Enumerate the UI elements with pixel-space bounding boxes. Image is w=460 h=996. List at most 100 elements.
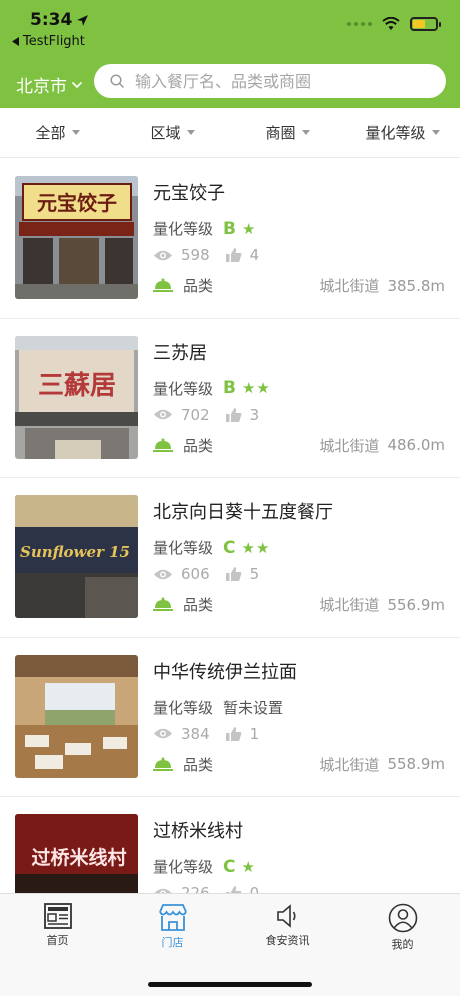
city-label: 北京市 <box>16 77 67 97</box>
filter-grade[interactable]: 量化等级 <box>345 108 460 157</box>
status-indicators <box>347 17 441 31</box>
city-selector[interactable]: 北京市 <box>16 72 83 97</box>
bottom-tab-bar: 首页 门店 食安资讯 我的 <box>0 893 460 996</box>
grade-row: 量化等级 B ★ <box>153 218 256 239</box>
stats-row: 598 4 <box>153 246 275 264</box>
caret-down-icon <box>301 130 310 135</box>
filter-all[interactable]: 全部 <box>0 108 115 157</box>
filter-label: 全部 <box>35 124 66 142</box>
view-count: 606 <box>181 565 210 583</box>
eye-icon <box>154 409 172 420</box>
category-label: 品类 <box>183 436 214 455</box>
distance-label: 385.8m <box>387 276 445 295</box>
home-indicator[interactable] <box>148 982 312 987</box>
view-count: 384 <box>181 724 210 743</box>
storefront-icon <box>158 904 187 931</box>
eye-icon <box>154 569 172 579</box>
stats-row: 226 0 <box>153 884 275 893</box>
like-count: 0 <box>249 884 260 893</box>
view-count: 598 <box>181 246 210 264</box>
thumbs-up-icon <box>225 726 242 741</box>
food-cloche-icon <box>153 278 173 292</box>
restaurant-item[interactable]: 三蘇居 三苏居 量化等级 B ★★ 702 3 品类 城北街道 486.0m <box>0 319 460 478</box>
restaurant-item[interactable]: Sunflower 15 北京向日葵十五度餐厅 量化等级 C ★★ 606 5 … <box>0 478 460 638</box>
signal-icon <box>347 22 372 26</box>
view-count: 702 <box>181 405 210 424</box>
caret-down-icon <box>431 130 440 135</box>
category-row: 品类 城北街道 558.9m <box>153 754 445 775</box>
filter-business-district[interactable]: 商圈 <box>230 108 345 157</box>
tab-label: 门店 <box>161 936 184 949</box>
grade-stars: ★★ <box>241 538 271 557</box>
location-label: 城北街道 <box>319 596 380 614</box>
filter-label: 商圈 <box>265 124 296 142</box>
tab-food-safety-news[interactable]: 食安资讯 <box>230 894 345 954</box>
tab-label: 食安资讯 <box>265 934 310 947</box>
restaurant-item[interactable]: 元宝饺子 元宝饺子 量化等级 B ★ 598 4 品类 城北街道 385.8m <box>0 159 460 319</box>
battery-level <box>413 20 426 28</box>
restaurant-name: 三苏居 <box>153 342 207 364</box>
sign-text: Sunflower 15 <box>20 543 130 561</box>
search-input[interactable] <box>135 71 425 91</box>
restaurant-name: 北京向日葵十五度餐厅 <box>153 502 333 523</box>
category-row: 品类 城北街道 385.8m <box>153 275 445 296</box>
thumbs-up-icon <box>225 567 242 581</box>
top-header: 5:34 TestFlight 北京市 <box>0 0 460 108</box>
food-cloche-icon <box>153 757 173 771</box>
like-count: 5 <box>249 565 260 583</box>
sign-text: 三蘇居 <box>38 371 116 401</box>
food-cloche-icon <box>153 597 173 611</box>
grade-value: C <box>223 856 236 877</box>
tab-profile[interactable]: 我的 <box>345 894 460 954</box>
status-time-text: 5:34 <box>30 10 73 30</box>
distance-label: 556.9m <box>387 595 445 614</box>
sign-text: 过桥米线村 <box>31 846 126 869</box>
grade-label: 量化等级 <box>153 220 214 238</box>
filter-label: 区域 <box>150 124 181 142</box>
like-count: 3 <box>249 405 260 424</box>
category-row: 品类 城北街道 486.0m <box>153 435 445 456</box>
caret-down-icon <box>71 130 80 135</box>
restaurant-photo: Sunflower 15 <box>15 495 138 618</box>
grade-value: 暂未设置 <box>223 698 284 717</box>
grade-value: B <box>223 378 236 398</box>
restaurant-name: 元宝饺子 <box>153 183 225 204</box>
restaurant-item[interactable]: 中华传统伊兰拉面 量化等级 暂未设置 384 1 品类 城北街道 558.9m <box>0 638 460 797</box>
back-to-app-link[interactable]: TestFlight <box>12 34 85 49</box>
caret-down-icon <box>186 130 195 135</box>
grade-stars: ★★ <box>241 379 271 397</box>
filter-label: 量化等级 <box>365 124 426 142</box>
tab-home[interactable]: 首页 <box>0 894 115 954</box>
chevron-down-icon <box>71 81 83 88</box>
tab-stores[interactable]: 门店 <box>115 894 230 954</box>
grade-label: 量化等级 <box>153 539 214 557</box>
location-label: 城北街道 <box>319 436 380 455</box>
wifi-icon <box>382 17 400 30</box>
grade-row: 量化等级 C ★★ <box>153 537 270 558</box>
thumbs-up-icon <box>225 407 242 422</box>
search-bar[interactable] <box>94 64 446 98</box>
thumbs-up-icon <box>225 248 242 262</box>
status-time: 5:34 <box>30 10 89 30</box>
grade-value: C <box>223 537 236 558</box>
battery-icon <box>410 17 441 31</box>
tab-label: 我的 <box>391 938 414 951</box>
restaurant-item[interactable]: 过桥米线村 过桥米线村 量化等级 C ★ 226 0 <box>0 797 460 893</box>
back-app-label: TestFlight <box>23 34 85 49</box>
grade-row: 量化等级 B ★★ <box>153 378 271 399</box>
like-count: 1 <box>249 724 260 743</box>
restaurant-name: 过桥米线村 <box>153 821 243 842</box>
location-label: 城北街道 <box>319 277 380 295</box>
restaurant-photo: 三蘇居 <box>15 335 138 459</box>
sign-text: 元宝饺子 <box>37 191 117 215</box>
restaurant-list[interactable]: 元宝饺子 元宝饺子 量化等级 B ★ 598 4 品类 城北街道 385.8m <box>0 159 460 893</box>
filter-area[interactable]: 区域 <box>115 108 230 157</box>
restaurant-name: 中华传统伊兰拉面 <box>153 661 297 683</box>
grade-value: B <box>223 218 236 239</box>
back-triangle-icon <box>12 37 19 46</box>
food-cloche-icon <box>153 438 173 452</box>
eye-icon <box>154 250 172 260</box>
speaker-icon <box>276 904 296 928</box>
grade-stars: ★ <box>241 219 257 238</box>
eye-icon <box>154 728 172 739</box>
